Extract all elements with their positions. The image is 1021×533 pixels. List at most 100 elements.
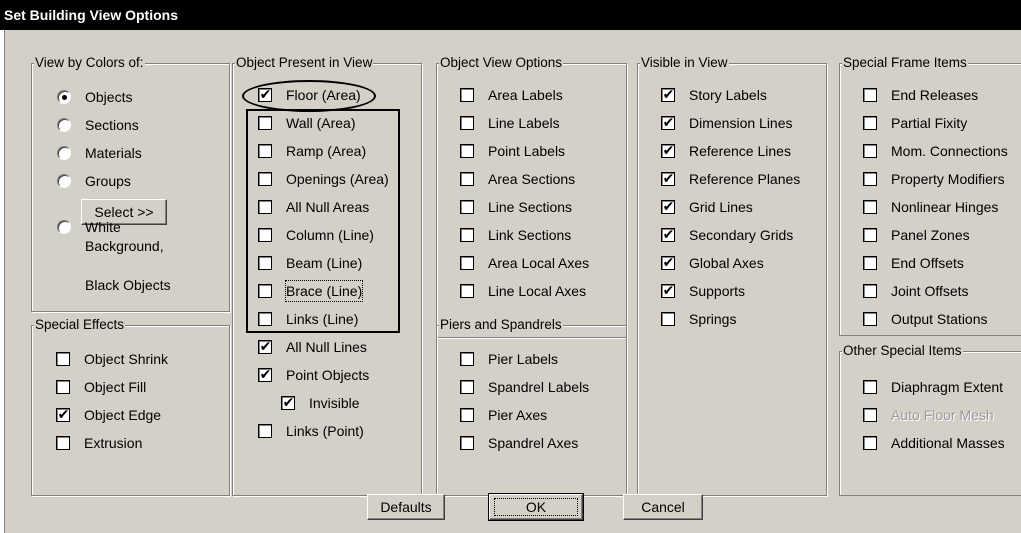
empty-box-icon bbox=[863, 380, 877, 394]
empty-box-icon bbox=[863, 88, 877, 102]
empty-box-icon bbox=[258, 116, 272, 130]
checked-box-icon: ✔ bbox=[56, 406, 70, 422]
group-title: Object View Options bbox=[439, 54, 564, 72]
checkbox-label: Links (Point) bbox=[286, 423, 364, 439]
empty-box-icon bbox=[258, 284, 272, 298]
empty-box-icon bbox=[258, 228, 272, 242]
empty-box-icon bbox=[863, 200, 877, 214]
checkbox-label: End Releases bbox=[891, 87, 979, 103]
checkbox-label: Beam (Line) bbox=[286, 255, 363, 271]
checkbox-label: Column (Line) bbox=[286, 227, 374, 243]
checkbox-label: Partial Fixity bbox=[891, 115, 968, 131]
check-mark-icon: ✔ bbox=[662, 86, 675, 102]
checked-box-icon: ✔ bbox=[661, 282, 675, 298]
checkbox-label: Joint Offsets bbox=[891, 283, 969, 299]
set-building-view-options-dialog: Set Building View Options View by Colors… bbox=[0, 0, 1021, 533]
empty-box-icon bbox=[863, 436, 877, 450]
radio-indicator bbox=[57, 220, 71, 234]
checkbox-label: All Null Lines bbox=[286, 339, 367, 355]
empty-box-icon bbox=[460, 200, 474, 214]
checkbox-label: Pier Labels bbox=[488, 351, 559, 367]
checked-box-icon: ✔ bbox=[258, 338, 272, 354]
checked-box-icon: ✔ bbox=[258, 366, 272, 382]
checkbox-label: Secondary Grids bbox=[689, 227, 794, 243]
empty-box-icon bbox=[863, 144, 877, 158]
ok-button[interactable]: OK bbox=[488, 493, 584, 521]
radio-label: Groups bbox=[85, 173, 131, 189]
checkbox-label: Link Sections bbox=[488, 227, 572, 243]
empty-box-icon bbox=[863, 408, 877, 422]
checkbox-label: Brace (Line) bbox=[284, 280, 364, 302]
checkbox-label: Nonlinear Hinges bbox=[891, 199, 999, 215]
empty-box-icon bbox=[460, 172, 474, 186]
group-title: View by Colors of: bbox=[34, 54, 145, 72]
checkbox-label: Object Shrink bbox=[84, 351, 169, 367]
check-mark-icon: ✔ bbox=[662, 170, 675, 186]
radio-empty-icon bbox=[57, 174, 71, 188]
empty-box-icon bbox=[863, 116, 877, 130]
check-mark-icon: ✔ bbox=[57, 406, 70, 422]
empty-box-icon bbox=[258, 200, 272, 214]
checkbox-label: Mom. Connections bbox=[891, 143, 1008, 159]
empty-box-icon bbox=[56, 352, 70, 366]
checkbox-label: Point Objects bbox=[286, 367, 370, 383]
radio-label: Objects bbox=[85, 89, 133, 105]
checked-box-icon: ✔ bbox=[661, 198, 675, 214]
empty-box-icon bbox=[661, 312, 675, 326]
checkbox-label: Extrusion bbox=[84, 435, 143, 451]
radio-empty-icon bbox=[57, 118, 71, 132]
empty-box-icon bbox=[460, 228, 474, 242]
checkbox-label: Grid Lines bbox=[689, 199, 753, 215]
check-mark-icon: ✔ bbox=[662, 142, 675, 158]
empty-box-icon bbox=[460, 88, 474, 102]
checkbox-label: Point Labels bbox=[488, 143, 566, 159]
cancel-button[interactable]: Cancel bbox=[623, 494, 703, 520]
checkbox-label: Ramp (Area) bbox=[286, 143, 367, 159]
empty-box-icon bbox=[863, 256, 877, 270]
checkbox-label: Invisible bbox=[309, 395, 360, 411]
defaults-button[interactable]: Defaults bbox=[367, 494, 445, 520]
checked-box-icon: ✔ bbox=[661, 142, 675, 158]
check-mark-icon: ✔ bbox=[282, 394, 295, 410]
empty-box-icon bbox=[460, 256, 474, 270]
checked-box-icon: ✔ bbox=[661, 226, 675, 242]
checkbox-label: Spandrel Labels bbox=[488, 379, 590, 395]
checked-box-icon: ✔ bbox=[281, 394, 295, 410]
checkbox-label: Links (Line) bbox=[286, 311, 359, 327]
dialog-client-area: View by Colors of: Objects Sections Materi… bbox=[4, 30, 1021, 533]
radio-label: Materials bbox=[85, 145, 142, 161]
check-mark-icon: ✔ bbox=[259, 338, 272, 354]
checkbox-label: Pier Axes bbox=[488, 407, 548, 423]
checked-box-icon: ✔ bbox=[661, 170, 675, 186]
group-title: Special Frame Items bbox=[842, 54, 968, 72]
white-background-label-2: Background, bbox=[85, 238, 164, 254]
checkbox-label: Area Labels bbox=[488, 87, 563, 103]
empty-box-icon bbox=[460, 116, 474, 130]
checkbox-label: Dimension Lines bbox=[689, 115, 793, 131]
group-title: Visible in View bbox=[640, 54, 729, 72]
empty-box-icon bbox=[863, 284, 877, 298]
check-mark-icon: ✔ bbox=[662, 198, 675, 214]
checkbox-label: Line Labels bbox=[488, 115, 560, 131]
empty-box-icon bbox=[460, 380, 474, 394]
check-mark-icon: ✔ bbox=[259, 86, 272, 102]
radio-label: Sections bbox=[85, 117, 139, 133]
check-mark-icon: ✔ bbox=[662, 254, 675, 270]
checkbox-label: End Offsets bbox=[891, 255, 964, 271]
empty-box-icon bbox=[460, 436, 474, 450]
checkbox-label: Auto Floor Mesh bbox=[891, 407, 994, 423]
empty-box-icon bbox=[863, 228, 877, 242]
empty-box-icon bbox=[460, 352, 474, 366]
checkbox-label: Supports bbox=[689, 283, 746, 299]
check-mark-icon: ✔ bbox=[662, 114, 675, 130]
checked-box-icon: ✔ bbox=[661, 254, 675, 270]
checkbox-label: All Null Areas bbox=[286, 199, 370, 215]
checkbox-label: Area Local Axes bbox=[488, 255, 590, 271]
checked-box-icon: ✔ bbox=[661, 86, 675, 102]
check-mark-icon: ✔ bbox=[259, 366, 272, 382]
empty-box-icon bbox=[258, 312, 272, 326]
empty-box-icon bbox=[460, 144, 474, 158]
checked-box-icon: ✔ bbox=[258, 86, 272, 102]
checkbox-label: Additional Masses bbox=[891, 435, 1005, 451]
empty-box-icon bbox=[258, 172, 272, 186]
